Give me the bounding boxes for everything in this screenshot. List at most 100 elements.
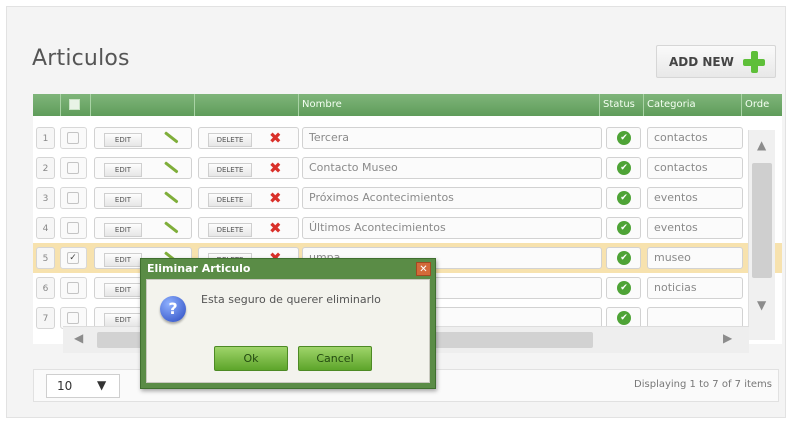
plus-icon [743, 51, 765, 73]
table-row[interactable]: 2 EDIT DELETE ✖ Contacto Museo ✔ contactos [33, 153, 782, 183]
categoria-text: noticias [654, 281, 697, 294]
edit-button[interactable]: EDIT [104, 163, 142, 177]
table-row[interactable]: 1 EDIT DELETE ✖ Tercera ✔ contactos [33, 123, 782, 153]
pencil-icon[interactable] [164, 161, 179, 174]
header-status[interactable]: Status [600, 94, 644, 116]
edit-button[interactable]: EDIT [104, 193, 142, 207]
row-select-cell [60, 217, 87, 239]
row-number: 7 [36, 307, 55, 329]
delete-button[interactable]: DELETE [208, 223, 252, 237]
categoria-cell: noticias [647, 277, 743, 299]
header-delete-cell [195, 94, 299, 116]
add-new-button[interactable]: ADD NEW [656, 45, 776, 78]
edit-button[interactable]: EDIT [104, 253, 142, 267]
check-circle-icon: ✔ [617, 311, 631, 325]
edit-cell: EDIT [94, 217, 192, 239]
edit-cell: EDIT [94, 157, 192, 179]
delete-button[interactable]: DELETE [208, 193, 252, 207]
delete-cell: DELETE ✖ [198, 217, 299, 239]
nombre-text: Últimos Acontecimientos [309, 221, 446, 234]
categoria-cell: contactos [647, 157, 743, 179]
edit-button[interactable]: EDIT [104, 223, 142, 237]
check-circle-icon: ✔ [617, 281, 631, 295]
row-number: 5 [36, 247, 55, 269]
row-select-cell: ✓ [60, 247, 87, 269]
delete-cell: DELETE ✖ [198, 127, 299, 149]
page-title: Articulos [32, 46, 130, 71]
header-select-cell [61, 94, 91, 116]
close-icon[interactable]: ✕ [416, 262, 431, 276]
edit-cell: EDIT [94, 127, 192, 149]
row-number: 2 [36, 157, 55, 179]
ok-button[interactable]: Ok [214, 346, 288, 371]
delete-x-icon[interactable]: ✖ [269, 219, 282, 237]
header-categoria[interactable]: Categoria [644, 94, 742, 116]
scroll-right-icon[interactable]: ▶ [723, 331, 732, 345]
edit-cell: EDIT [94, 187, 192, 209]
cancel-button[interactable]: Cancel [298, 346, 372, 371]
categoria-text: contactos [654, 161, 708, 174]
row-checkbox[interactable] [67, 222, 79, 234]
check-circle-icon: ✔ [617, 251, 631, 265]
categoria-text: museo [654, 251, 691, 264]
dialog-title: Eliminar Articulo [147, 262, 251, 275]
row-checkbox[interactable] [67, 312, 79, 324]
status-cell: ✔ [606, 247, 641, 269]
edit-button[interactable]: EDIT [104, 133, 142, 147]
scroll-left-icon[interactable]: ◀ [74, 331, 83, 345]
delete-x-icon[interactable]: ✖ [269, 129, 282, 147]
pencil-icon[interactable] [164, 191, 179, 204]
row-select-cell [60, 127, 87, 149]
delete-cell: DELETE ✖ [198, 187, 299, 209]
scroll-up-icon[interactable]: ▲ [757, 138, 766, 152]
question-icon: ? [160, 296, 186, 322]
scroll-down-icon[interactable]: ▼ [757, 298, 766, 312]
select-all-checkbox[interactable] [69, 99, 80, 110]
vertical-scrollbar[interactable]: ▲ ▼ [748, 130, 775, 340]
categoria-text: eventos [654, 191, 698, 204]
delete-button[interactable]: DELETE [208, 133, 252, 147]
row-select-cell [60, 187, 87, 209]
check-circle-icon: ✔ [617, 161, 631, 175]
delete-x-icon[interactable]: ✖ [269, 159, 282, 177]
page-size-value: 10 [57, 379, 73, 393]
categoria-cell: eventos [647, 217, 743, 239]
page-size-select[interactable]: 10 ▼ [46, 374, 120, 398]
edit-button[interactable]: EDIT [104, 313, 142, 327]
pencil-icon[interactable] [164, 221, 179, 234]
nombre-text: Tercera [309, 131, 349, 144]
add-new-label: ADD NEW [669, 55, 734, 69]
row-checkbox[interactable] [67, 282, 79, 294]
header-orden[interactable]: Orde [742, 94, 782, 116]
dialog-message: Esta seguro de querer eliminarlo [201, 293, 381, 306]
status-cell: ✔ [606, 187, 641, 209]
pagination-info: Displaying 1 to 7 of 7 items [634, 379, 772, 390]
row-checkbox[interactable] [67, 132, 79, 144]
pencil-icon[interactable] [164, 131, 179, 144]
check-circle-icon: ✔ [617, 191, 631, 205]
edit-button[interactable]: EDIT [104, 283, 142, 297]
row-checkbox[interactable] [67, 192, 79, 204]
nombre-cell: Próximos Acontecimientos [302, 187, 602, 209]
categoria-text: eventos [654, 221, 698, 234]
table-row[interactable]: 3 EDIT DELETE ✖ Próximos Acontecimientos ✔ eve… [33, 183, 782, 213]
delete-confirm-dialog: Eliminar Articulo ✕ ? Esta seguro de que… [140, 258, 436, 389]
grid-header: Nombre Status Categoria Orde [33, 94, 782, 116]
header-nombre[interactable]: Nombre [299, 94, 600, 116]
row-checkbox[interactable] [67, 162, 79, 174]
check-circle-icon: ✔ [617, 131, 631, 145]
status-cell: ✔ [606, 217, 641, 239]
row-checkbox[interactable]: ✓ [67, 252, 79, 264]
delete-x-icon[interactable]: ✖ [269, 189, 282, 207]
categoria-cell: contactos [647, 127, 743, 149]
row-select-cell [60, 157, 87, 179]
categoria-cell: museo [647, 247, 743, 269]
nombre-cell: Tercera [302, 127, 602, 149]
table-row[interactable]: 4 EDIT DELETE ✖ Últimos Acontecimientos ✔ even… [33, 213, 782, 243]
row-number: 1 [36, 127, 55, 149]
vertical-scroll-thumb[interactable] [752, 163, 772, 278]
delete-button[interactable]: DELETE [208, 163, 252, 177]
header-edit-cell [91, 94, 195, 116]
row-number: 6 [36, 277, 55, 299]
dialog-body: ? Esta seguro de querer eliminarlo Ok Ca… [146, 279, 430, 383]
